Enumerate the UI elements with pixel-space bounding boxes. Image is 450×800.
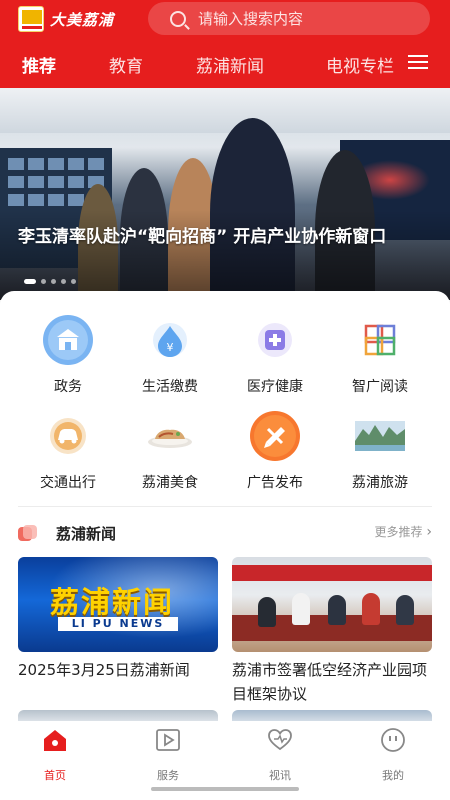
service-government[interactable]: 政务 xyxy=(18,315,118,405)
car-icon xyxy=(50,418,86,454)
carousel-indicator xyxy=(24,279,76,284)
news-card-2[interactable]: 荔浦市签署低空经济产业园项目框架协议 xyxy=(232,557,432,706)
search-icon xyxy=(170,10,186,27)
tab-tv-column[interactable]: 电视专栏 xyxy=(326,52,394,77)
news-title: 2025年3月25日荔浦新闻 xyxy=(18,661,190,679)
medical-icon xyxy=(258,323,292,357)
home-indicator xyxy=(151,787,299,791)
app-logo[interactable]: 大美荔浦 xyxy=(18,6,114,32)
service-traffic[interactable]: 交通出行 xyxy=(18,411,118,501)
section-divider xyxy=(18,506,432,507)
news-section-icon xyxy=(18,525,37,541)
home-icon xyxy=(44,730,66,751)
news-thumbnail-caption: 荔浦新闻 xyxy=(50,585,175,619)
government-icon xyxy=(43,315,93,365)
tab-services[interactable]: 服务 xyxy=(133,727,203,783)
search-placeholder: 请输入搜索内容 xyxy=(198,10,304,28)
channel-tabs: 推荐 教育 荔浦新闻 电视专栏 xyxy=(0,46,450,82)
service-medical[interactable]: 医疗健康 xyxy=(225,315,325,405)
banner-title: 李玉清率队赴沪“靶向招商” 开启产业协作新窗口 xyxy=(18,227,387,247)
news-thumbnail-subcaption: LI PU NEWS xyxy=(58,617,178,631)
logo-text: 大美荔浦 xyxy=(50,10,115,29)
tab-education[interactable]: 教育 xyxy=(109,52,143,77)
tab-home[interactable]: 首页 xyxy=(20,727,90,783)
tab-lipu-news[interactable]: 荔浦新闻 xyxy=(196,52,264,77)
food-icon xyxy=(148,429,192,448)
play-icon xyxy=(156,729,180,751)
tab-recommend[interactable]: 推荐 xyxy=(22,52,56,77)
service-tourism[interactable]: 荔浦旅游 xyxy=(330,411,430,501)
content-card: 政务 ¥ 生活缴费 医疗健康 智广阅读 交通出行 荔浦美食 广告发布 荔浦旅游 … xyxy=(0,291,450,721)
more-recommend-link[interactable]: 更多推荐 › xyxy=(375,523,432,540)
news-thumbnail-partial xyxy=(18,710,218,721)
news-thumbnail-partial xyxy=(232,710,432,721)
advertising-icon xyxy=(250,411,300,461)
headline-banner[interactable]: 李玉清率队赴沪“靶向招商” 开启产业协作新窗口 xyxy=(0,88,450,300)
service-food[interactable]: 荔浦美食 xyxy=(120,411,220,501)
reading-icon xyxy=(364,324,396,356)
news-card-1[interactable]: 荔浦新闻 LI PU NEWS 2025年3月25日荔浦新闻 xyxy=(18,557,218,682)
news-section-title: 荔浦新闻 xyxy=(56,525,117,543)
chevron-right-icon: › xyxy=(426,524,432,540)
news-thumbnail: 荔浦新闻 LI PU NEWS xyxy=(18,557,218,652)
logo-icon xyxy=(18,6,44,32)
heart-icon xyxy=(268,729,292,751)
news-thumbnail xyxy=(232,557,432,652)
svg-text:¥: ¥ xyxy=(167,341,174,354)
news-section-header: 荔浦新闻 更多推荐 › xyxy=(18,517,432,547)
search-input[interactable]: 请输入搜索内容 xyxy=(148,2,430,35)
menu-icon[interactable] xyxy=(408,53,428,71)
payment-icon: ¥ xyxy=(153,323,187,357)
tab-video[interactable]: 视讯 xyxy=(245,727,315,783)
app-header: 大美荔浦 请输入搜索内容 推荐 教育 荔浦新闻 电视专栏 xyxy=(0,0,450,88)
service-payment[interactable]: ¥ 生活缴费 xyxy=(120,315,220,405)
tourism-icon xyxy=(355,421,405,451)
tab-mine[interactable]: 我的 xyxy=(358,727,428,783)
service-reading[interactable]: 智广阅读 xyxy=(330,315,430,405)
news-title: 荔浦市签署低空经济产业园项目框架协议 xyxy=(232,661,428,703)
user-face-icon xyxy=(381,728,405,752)
service-advertising[interactable]: 广告发布 xyxy=(225,411,325,501)
